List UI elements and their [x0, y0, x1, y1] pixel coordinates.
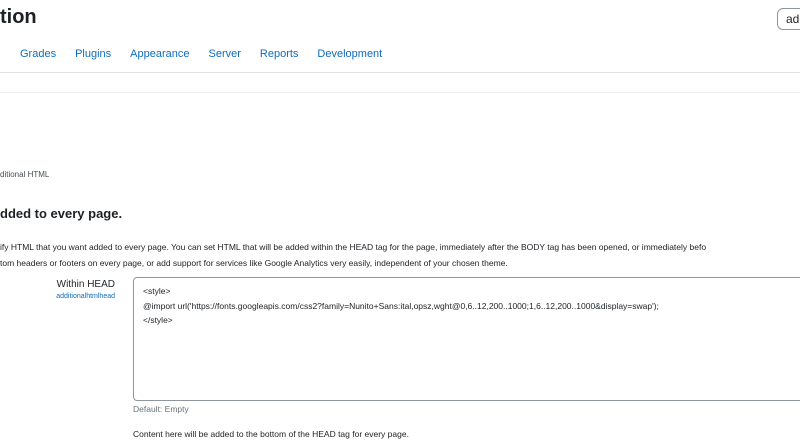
content-divider	[0, 92, 800, 93]
section-description-line-1: ify HTML that you want added to every pa…	[0, 242, 707, 252]
section-title: dded to every page.	[0, 206, 123, 221]
tab-plugins[interactable]: Plugins	[75, 48, 111, 60]
section-description-line-2: tom headers or footers on every page, or…	[0, 258, 508, 268]
setting-key: additionalhtmlhead	[56, 293, 115, 300]
setting-label: Within HEAD	[56, 279, 115, 290]
section-description: ify HTML that you want added to every pa…	[0, 239, 706, 271]
page-heading: tion	[0, 6, 37, 28]
admin-nav-tabs: Grades Plugins Appearance Server Reports…	[20, 48, 401, 60]
admin-search-input[interactable]	[777, 8, 800, 30]
tab-reports[interactable]: Reports	[260, 48, 299, 60]
additionalhtmlhead-textarea[interactable]: <style> @import url('https://fonts.googl…	[133, 277, 800, 401]
tab-grades[interactable]: Grades	[20, 48, 56, 60]
setting-help-text: Content here will be added to the bottom…	[133, 429, 409, 439]
nav-divider	[0, 72, 800, 73]
tab-server[interactable]: Server	[208, 48, 240, 60]
breadcrumb[interactable]: ditional HTML	[0, 170, 49, 179]
tab-development[interactable]: Development	[317, 48, 382, 60]
tab-appearance[interactable]: Appearance	[130, 48, 189, 60]
setting-default: Default: Empty	[133, 404, 189, 414]
admin-settings-page: tion Grades Plugins Appearance Server Re…	[0, 0, 800, 445]
